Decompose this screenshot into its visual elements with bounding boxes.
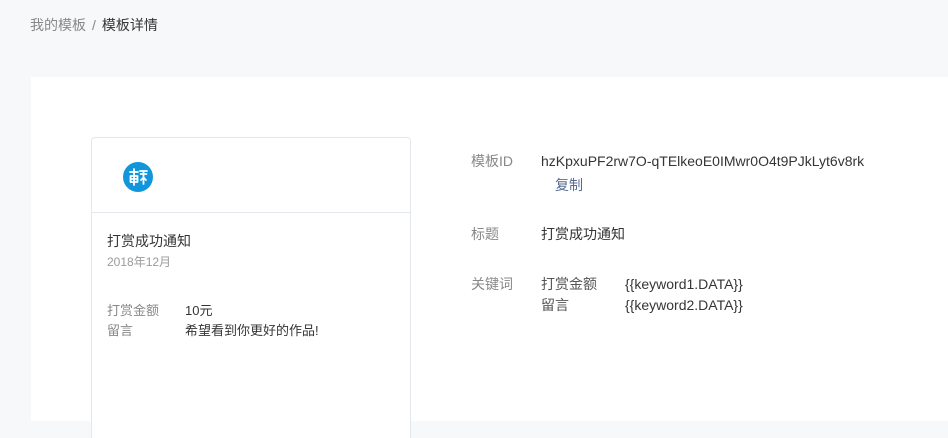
template-id-row: 模板ID hzKpxuPF2rw7O-qTElkeoE0IMwr0O4t9PJk… bbox=[471, 151, 941, 195]
breadcrumb-separator: / bbox=[92, 17, 96, 33]
preview-card-body: 打赏成功通知 2018年12月 打赏金额 10元 留言 希望看到你更好的作品! bbox=[92, 213, 410, 341]
preview-field-value: 10元 bbox=[185, 303, 213, 318]
preview-field-label: 打赏金额 bbox=[107, 303, 160, 318]
keywords-row: 关键词 打赏金额 {{keyword1.DATA}} 留言 {{keyword2… bbox=[471, 274, 941, 316]
keyword-value: {{keyword1.DATA}} bbox=[625, 276, 743, 292]
preview-field-value: 希望看到你更好的作品! bbox=[185, 323, 319, 338]
preview-field-row: 打赏金额 10元 bbox=[107, 301, 395, 321]
template-title-label: 标题 bbox=[471, 226, 499, 242]
copy-button[interactable]: 复制 bbox=[555, 175, 583, 195]
breadcrumb-my-templates[interactable]: 我的模板 bbox=[30, 15, 86, 35]
preview-field-row: 留言 希望看到你更好的作品! bbox=[107, 321, 395, 341]
preview-field-list: 打赏金额 10元 留言 希望看到你更好的作品! bbox=[107, 301, 395, 341]
keyword-item: 留言 {{keyword2.DATA}} bbox=[541, 295, 743, 316]
wechat-pay-logo-icon bbox=[122, 161, 154, 193]
preview-title: 打赏成功通知 bbox=[107, 233, 191, 249]
breadcrumb-current: 模板详情 bbox=[101, 17, 158, 33]
keyword-value: {{keyword2.DATA}} bbox=[625, 297, 743, 313]
template-detail-panel: 打赏成功通知 2018年12月 打赏金额 10元 留言 希望看到你更好的作品! … bbox=[31, 77, 948, 438]
preview-field-label: 留言 bbox=[107, 323, 134, 338]
template-id-value: hzKpxuPF2rw7O-qTElkeoE0IMwr0O4t9PJkLyt6v… bbox=[541, 153, 865, 169]
template-details: 模板ID hzKpxuPF2rw7O-qTElkeoE0IMwr0O4t9PJk… bbox=[471, 151, 941, 316]
keywords-list: 打赏金额 {{keyword1.DATA}} 留言 {{keyword2.DAT… bbox=[541, 274, 743, 316]
breadcrumb: 我的模板 / 模板详情 bbox=[30, 15, 158, 35]
template-title-row: 标题 打赏成功通知 bbox=[471, 224, 941, 244]
keyword-name: 打赏金额 bbox=[541, 276, 597, 292]
keywords-label: 关键词 bbox=[471, 276, 513, 292]
keyword-name: 留言 bbox=[541, 297, 569, 313]
keyword-item: 打赏金额 {{keyword1.DATA}} bbox=[541, 274, 743, 295]
template-title-value: 打赏成功通知 bbox=[541, 226, 625, 242]
template-id-label: 模板ID bbox=[471, 153, 513, 169]
template-preview-card: 打赏成功通知 2018年12月 打赏金额 10元 留言 希望看到你更好的作品! bbox=[91, 137, 411, 438]
preview-card-header bbox=[92, 138, 410, 213]
preview-date: 2018年12月 bbox=[107, 255, 172, 269]
